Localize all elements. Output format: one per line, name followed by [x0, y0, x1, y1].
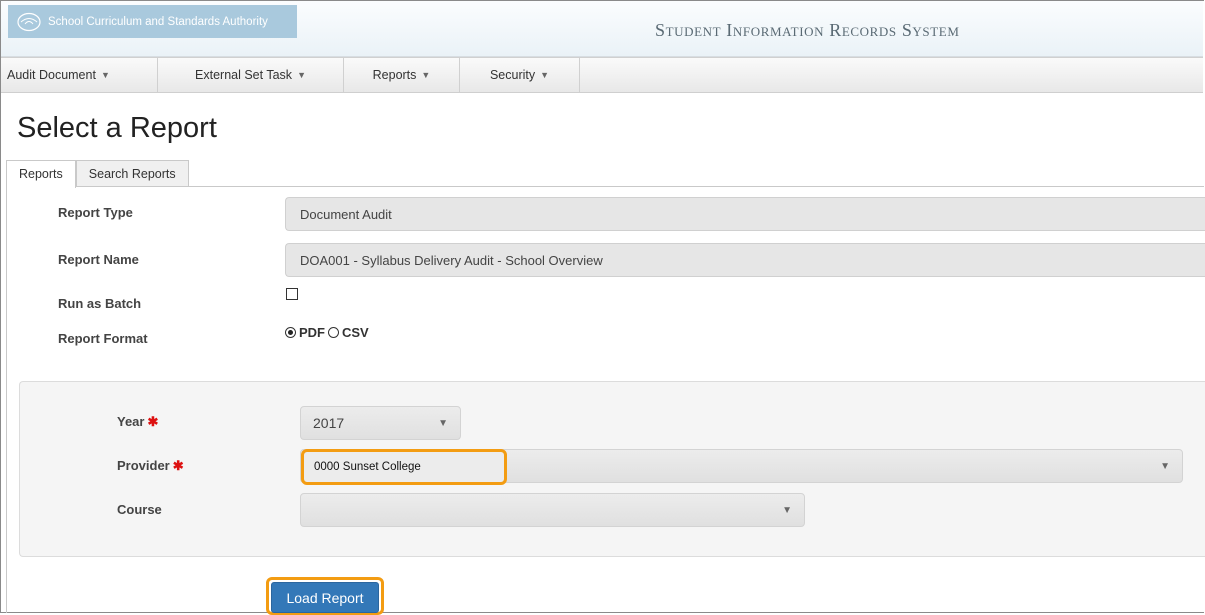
chevron-down-icon: ▼ [1160, 461, 1170, 472]
report-type-label: Report Type [58, 205, 133, 220]
caret-down-icon: ▼ [421, 70, 431, 80]
app-header: School Curriculum and Standards Authorit… [1, 1, 1203, 57]
nav-label: Reports [372, 68, 417, 82]
page-title: Select a Report [17, 112, 217, 144]
nav-audit-document[interactable]: Audit Document ▼ [1, 58, 158, 92]
required-asterisk-icon: ✱ [172, 458, 184, 473]
run-as-batch-checkbox[interactable] [286, 288, 298, 300]
nav-external-set-task[interactable]: External Set Task ▼ [158, 58, 344, 92]
org-name: School Curriculum and Standards Authorit… [48, 15, 268, 28]
report-type-field[interactable]: Document Audit [285, 197, 1205, 231]
crest-icon [17, 12, 41, 31]
year-label: Year ✱ [117, 414, 158, 430]
nav-label: Audit Document [7, 68, 96, 82]
load-report-button[interactable]: Load Report [271, 582, 379, 613]
nav-label: External Set Task [195, 68, 293, 82]
chevron-down-icon: ▼ [438, 418, 448, 429]
year-value: 2017 [313, 415, 345, 431]
nav-label: Security [489, 68, 536, 82]
report-name-label: Report Name [58, 252, 139, 267]
provider-selected-value[interactable]: 0000 Sunset College [301, 449, 507, 485]
required-asterisk-icon: ✱ [147, 414, 159, 429]
caret-down-icon: ▼ [297, 70, 306, 80]
tab-divider [6, 186, 1204, 187]
tab-reports[interactable]: Reports [6, 160, 76, 188]
report-format-options: PDF CSV [285, 325, 372, 340]
caret-down-icon: ▼ [540, 70, 550, 80]
nav-security[interactable]: Security ▼ [460, 58, 580, 92]
course-label: Course [117, 502, 162, 517]
report-name-field[interactable]: DOA001 - Syllabus Delivery Audit - Schoo… [285, 243, 1205, 277]
run-as-batch-label: Run as Batch [58, 296, 142, 311]
format-pdf-label: PDF [299, 325, 325, 340]
provider-label-text: Provider [117, 458, 170, 473]
system-title: Student Information Records System [655, 20, 960, 40]
tab-search-reports[interactable]: Search Reports [75, 160, 189, 187]
format-csv-radio[interactable] [328, 327, 339, 338]
nav-reports[interactable]: Reports ▼ [344, 58, 460, 92]
main-nav: Audit Document ▼ External Set Task ▼ Rep… [1, 57, 1203, 93]
report-tabs: Reports Search Reports [6, 160, 189, 188]
year-label-text: Year [117, 414, 145, 429]
chevron-down-icon: ▼ [782, 505, 792, 516]
provider-label: Provider ✱ [117, 458, 184, 474]
year-select[interactable]: 2017 ▼ [300, 406, 461, 440]
caret-down-icon: ▼ [100, 70, 110, 80]
format-pdf-radio[interactable] [285, 327, 296, 338]
report-format-label: Report Format [58, 331, 148, 346]
content-border [6, 186, 7, 613]
course-select[interactable]: ▼ [300, 493, 805, 527]
format-csv-label: CSV [342, 325, 369, 340]
org-logo[interactable]: School Curriculum and Standards Authorit… [8, 5, 297, 38]
